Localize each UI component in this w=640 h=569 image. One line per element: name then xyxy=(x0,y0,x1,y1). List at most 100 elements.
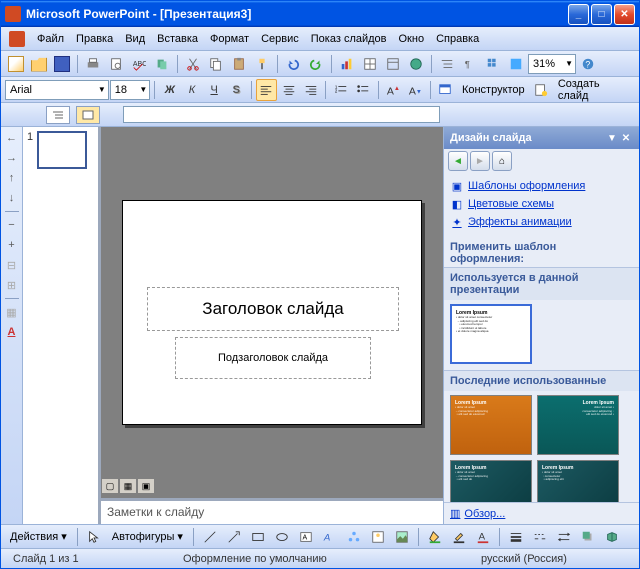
slide-canvas[interactable]: Заголовок слайда Подзаголовок слайда xyxy=(122,200,422,425)
demote-button[interactable]: → xyxy=(3,149,21,167)
designer-button[interactable]: Конструктор xyxy=(457,82,530,98)
3d-style-button[interactable] xyxy=(601,526,623,548)
increase-font-button[interactable]: A▲ xyxy=(383,79,404,101)
summary-slide-button[interactable]: ▦ xyxy=(3,303,21,321)
new-button[interactable] xyxy=(5,53,27,75)
cut-button[interactable] xyxy=(182,53,204,75)
wordart-button[interactable]: A xyxy=(319,526,341,548)
horizontal-ruler[interactable] xyxy=(123,106,440,123)
bold-button[interactable]: Ж xyxy=(159,79,180,101)
notes-pane[interactable]: Заметки к слайду xyxy=(101,498,443,524)
menu-tools[interactable]: Сервис xyxy=(255,30,305,48)
clipart-button[interactable] xyxy=(367,526,389,548)
redo-button[interactable] xyxy=(305,53,327,75)
new-slide-icon-button[interactable] xyxy=(531,79,552,101)
minimize-button[interactable]: _ xyxy=(568,4,589,25)
decrease-font-button[interactable]: A▼ xyxy=(405,79,426,101)
nav-back-button[interactable]: ◄ xyxy=(448,151,468,171)
actions-menu[interactable]: Действия ▾ xyxy=(5,528,72,545)
align-right-button[interactable] xyxy=(300,79,321,101)
task-pane-menu-button[interactable]: ▼ xyxy=(605,131,619,145)
undo-button[interactable] xyxy=(282,53,304,75)
template-item[interactable]: Lorem Ipsum• dolor sit amet – consectetu… xyxy=(450,395,532,455)
format-painter-button[interactable] xyxy=(251,53,273,75)
new-slide-button[interactable]: Создать слайд xyxy=(553,76,635,104)
slide-thumbnail[interactable] xyxy=(37,131,87,169)
collapse-button[interactable]: − xyxy=(3,216,21,234)
line-color-button[interactable] xyxy=(448,526,470,548)
spelling-button[interactable]: ABC xyxy=(128,53,150,75)
zoom-combo[interactable]: 31%▼ xyxy=(528,54,576,74)
slide-title-placeholder[interactable]: Заголовок слайда xyxy=(147,287,399,331)
numbering-button[interactable]: 12 xyxy=(330,79,351,101)
expand-button[interactable]: + xyxy=(3,236,21,254)
close-button[interactable]: ✕ xyxy=(614,4,635,25)
sorter-view-button[interactable]: ▦ xyxy=(119,478,137,494)
autoshapes-menu[interactable]: Автофигуры ▾ xyxy=(107,528,188,545)
oval-button[interactable] xyxy=(271,526,293,548)
menu-window[interactable]: Окно xyxy=(393,30,431,48)
show-formatting-button[interactable]: A xyxy=(3,323,21,341)
nav-home-button[interactable]: ⌂ xyxy=(492,151,512,171)
outline-tab[interactable] xyxy=(46,106,70,124)
link-color-schemes[interactable]: ◧Цветовые схемы xyxy=(450,195,633,213)
expand-all-button[interactable] xyxy=(436,53,458,75)
arrow-style-button[interactable] xyxy=(553,526,575,548)
shadow-style-button[interactable] xyxy=(577,526,599,548)
line-button[interactable] xyxy=(199,526,221,548)
font-color-button[interactable]: A xyxy=(472,526,494,548)
font-size-combo[interactable]: 18▼ xyxy=(110,80,151,100)
thumbnail-pane[interactable]: 1 xyxy=(23,127,101,524)
font-name-combo[interactable]: Arial▼ xyxy=(5,80,109,100)
slideshow-view-button[interactable]: ▣ xyxy=(137,478,155,494)
dash-style-button[interactable] xyxy=(529,526,551,548)
help-button[interactable]: ? xyxy=(577,53,599,75)
fill-color-button[interactable] xyxy=(424,526,446,548)
menu-edit[interactable]: Правка xyxy=(70,30,119,48)
align-center-button[interactable] xyxy=(278,79,299,101)
slide-subtitle-placeholder[interactable]: Подзаголовок слайда xyxy=(175,337,371,379)
template-default[interactable]: Lorem Ipsum • dolor sit amet consectetur… xyxy=(450,304,532,364)
arrow-button[interactable] xyxy=(223,526,245,548)
menu-help[interactable]: Справка xyxy=(430,30,485,48)
color-button[interactable] xyxy=(505,53,527,75)
promote-button[interactable]: ← xyxy=(3,129,21,147)
collapse-all-button[interactable]: ⊟ xyxy=(3,256,21,274)
rectangle-button[interactable] xyxy=(247,526,269,548)
template-item[interactable]: Lorem Ipsumdolor sit amet •consectetur a… xyxy=(537,395,619,455)
shadow-button[interactable]: S xyxy=(226,79,247,101)
save-button[interactable] xyxy=(51,53,73,75)
copy-button[interactable] xyxy=(205,53,227,75)
insert-chart-button[interactable] xyxy=(336,53,358,75)
thumbnail-item[interactable]: 1 xyxy=(27,131,94,169)
diagram-button[interactable] xyxy=(343,526,365,548)
expand-all-button[interactable]: ⊞ xyxy=(3,276,21,294)
menu-slideshow[interactable]: Показ слайдов xyxy=(305,30,393,48)
nav-forward-button[interactable]: ► xyxy=(470,151,490,171)
align-left-button[interactable] xyxy=(256,79,277,101)
select-objects-button[interactable] xyxy=(83,526,105,548)
slides-tab[interactable] xyxy=(76,106,100,124)
italic-button[interactable]: К xyxy=(181,79,202,101)
template-item[interactable]: Lorem Ipsum• dolor sit amet – consectetu… xyxy=(450,460,532,502)
picture-button[interactable] xyxy=(391,526,413,548)
normal-view-button[interactable]: ▢ xyxy=(101,478,119,494)
insert-table-button[interactable] xyxy=(359,53,381,75)
menu-insert[interactable]: Вставка xyxy=(151,30,204,48)
research-button[interactable] xyxy=(151,53,173,75)
menu-view[interactable]: Вид xyxy=(119,30,151,48)
menu-file[interactable]: Файл xyxy=(31,30,70,48)
task-pane-close-button[interactable]: ✕ xyxy=(619,131,633,145)
move-down-button[interactable]: ↓ xyxy=(3,189,21,207)
move-up-button[interactable]: ↑ xyxy=(3,169,21,187)
bullets-button[interactable] xyxy=(352,79,373,101)
tables-borders-button[interactable] xyxy=(382,53,404,75)
link-templates[interactable]: ▣Шаблоны оформления xyxy=(450,177,633,195)
menu-format[interactable]: Формат xyxy=(204,30,255,48)
designer-icon-button[interactable] xyxy=(435,79,456,101)
template-item[interactable]: Lorem Ipsum• dolor sit amet ◦ consectetu… xyxy=(537,460,619,502)
maximize-button[interactable]: □ xyxy=(591,4,612,25)
browse-link[interactable]: ▥ Обзор... xyxy=(444,502,639,524)
print-button[interactable] xyxy=(82,53,104,75)
paste-button[interactable] xyxy=(228,53,250,75)
